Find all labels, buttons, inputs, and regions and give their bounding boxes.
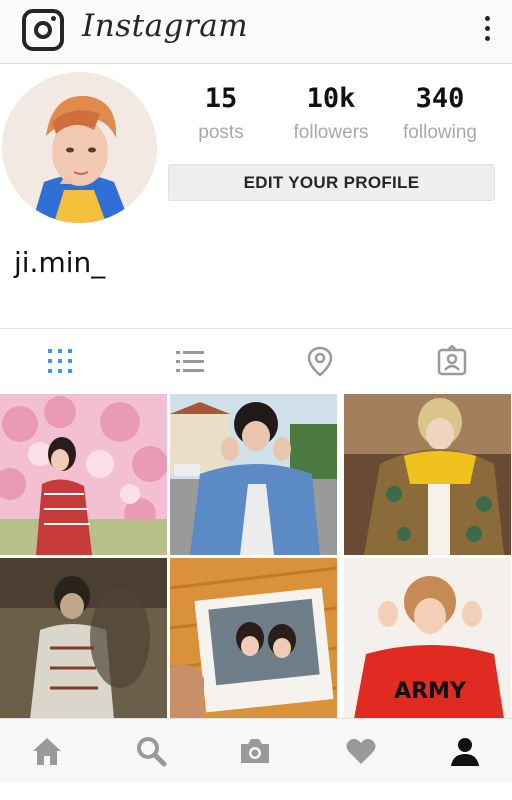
profile-tabs <box>0 328 512 394</box>
following-label: following <box>403 122 477 143</box>
profile-username: ji.min_ <box>14 246 106 279</box>
stat-posts[interactable]: 15 posts <box>166 82 276 144</box>
followers-count: 10k <box>306 83 356 114</box>
heart-icon[interactable] <box>344 735 378 767</box>
avatar[interactable] <box>2 72 157 223</box>
post-thumbnail[interactable]: ARMY <box>344 558 511 719</box>
post-thumbnail[interactable] <box>0 558 167 719</box>
army-shirt-text: ARMY <box>394 679 467 704</box>
profile-icon[interactable] <box>448 735 482 767</box>
bottom-nav <box>0 718 512 782</box>
post-thumbnail[interactable] <box>170 558 337 719</box>
more-options-icon[interactable] <box>482 16 492 46</box>
post-thumbnail[interactable] <box>344 394 511 555</box>
posts-label: posts <box>198 122 244 143</box>
instagram-camera-icon[interactable] <box>22 9 64 51</box>
stat-followers[interactable]: 10k followers <box>276 82 386 144</box>
following-count: 340 <box>415 83 465 114</box>
top-bar: Instagram <box>0 0 512 64</box>
tagged-person-icon[interactable] <box>436 345 468 377</box>
grid-icon[interactable] <box>44 345 76 377</box>
posts-count: 15 <box>204 83 238 114</box>
post-thumbnail[interactable] <box>0 394 167 555</box>
post-thumbnail[interactable] <box>170 394 337 555</box>
edit-profile-button[interactable]: EDIT YOUR PROFILE <box>168 164 495 201</box>
home-icon[interactable] <box>30 735 64 767</box>
search-icon[interactable] <box>134 735 168 767</box>
map-pin-icon[interactable] <box>304 345 336 377</box>
stat-following[interactable]: 340 following <box>385 82 495 144</box>
followers-label: followers <box>293 122 369 143</box>
post-grid: ARMY <box>0 394 512 719</box>
camera-icon[interactable] <box>238 735 272 767</box>
app-title: Instagram <box>82 8 249 44</box>
list-icon[interactable] <box>174 345 206 377</box>
